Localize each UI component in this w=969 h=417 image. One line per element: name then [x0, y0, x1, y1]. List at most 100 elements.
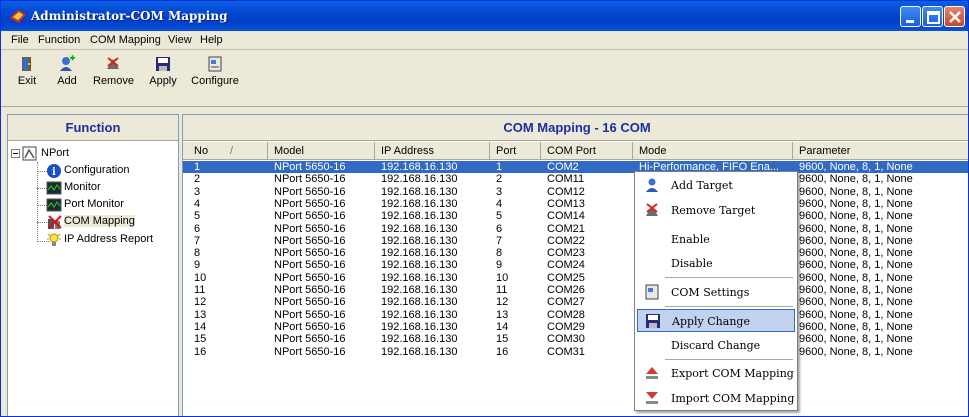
cell-com: COM12 — [547, 185, 585, 198]
table-row[interactable]: 16 NPort 5650-16 192.168.16.130 16 COM31 9600… — [183, 345, 968, 358]
table-row[interactable]: 10 NPort 5650-16 192.168.16.130 10 COM25 9600… — [183, 271, 968, 284]
cell-param: 9600, None, 8, 1, None — [799, 296, 913, 309]
col-parameter[interactable]: Parameter — [793, 142, 968, 160]
table-row[interactable]: 2 NPort 5650-16 192.168.16.130 2 COM11 9600, … — [183, 173, 968, 186]
cell-model: NPort 5650-16 — [274, 308, 346, 321]
menu-import-com-mapping[interactable]: Import COM Mapping — [637, 387, 795, 410]
cell-model: NPort 5650-16 — [274, 296, 346, 309]
menu-function[interactable]: Function — [38, 34, 80, 46]
cell-port: 12 — [496, 296, 509, 309]
exit-button[interactable]: Exit — [15, 55, 39, 101]
col-no[interactable]: No / — [188, 142, 268, 160]
cell-param: 9600, None, 8, 1, None — [799, 333, 913, 346]
cell-ip: 192.168.16.130 — [381, 210, 458, 223]
col-port[interactable]: Port — [490, 142, 541, 160]
menu-discard-change[interactable]: Discard Change — [637, 334, 795, 357]
cell-no: 3 — [194, 185, 201, 198]
cell-model: NPort 5650-16 — [274, 185, 346, 198]
cell-no: 9 — [194, 259, 201, 272]
cell-model: NPort 5650-16 — [274, 333, 346, 346]
cell-ip: 192.168.16.130 — [381, 271, 458, 284]
menu-com-settings[interactable]: COM Settings — [637, 281, 795, 304]
cell-param: 9600, None, 8, 1, None — [799, 271, 913, 284]
export-icon — [646, 367, 658, 379]
table-row[interactable]: 11 NPort 5650-16 192.168.16.130 11 COM26 9600… — [183, 284, 968, 296]
cell-no: 7 — [194, 234, 201, 247]
cell-param: 9600, None, 8, 1, None — [799, 173, 913, 186]
com-mapping-panel: COM Mapping - 16 COM No / Model IP Addres… — [182, 114, 968, 416]
tree-node-ip-address-report[interactable]: IP Address Report — [46, 232, 180, 248]
cell-model: NPort 5650-16 — [274, 259, 346, 272]
apply-change-icon — [646, 314, 660, 328]
table-row[interactable]: 6 NPort 5650-16 192.168.16.130 6 COM21 9600, … — [183, 222, 968, 235]
cell-port: 6 — [496, 222, 503, 235]
info-icon: i — [47, 164, 61, 178]
tree-node-monitor[interactable]: Monitor — [46, 180, 176, 196]
cell-ip: 192.168.16.130 — [381, 296, 458, 309]
table-row[interactable]: 8 NPort 5650-16 192.168.16.130 8 COM23 9600, … — [183, 247, 968, 260]
table-row[interactable]: 1 NPort 5650-16 192.168.16.130 1 COM2 Hi-Perf… — [183, 161, 968, 174]
tree-node-configuration[interactable]: i Configuration — [46, 163, 176, 179]
table-row[interactable]: 3 NPort 5650-16 192.168.16.130 3 COM12 9600, … — [183, 185, 968, 198]
exit-icon — [22, 57, 31, 71]
cell-ip: 192.168.16.130 — [381, 259, 458, 272]
menu-remove-target[interactable]: Remove Target — [637, 199, 795, 222]
table-row[interactable]: 15 NPort 5650-16 192.168.16.130 15 COM30 9600… — [183, 333, 968, 346]
cell-model: NPort 5650-16 — [274, 345, 346, 358]
cell-param: 9600, None, 8, 1, None — [799, 234, 913, 247]
table-row[interactable]: 14 NPort 5650-16 192.168.16.130 14 COM29 9600… — [183, 320, 968, 333]
cell-com: COM27 — [547, 296, 585, 309]
cell-no: 2 — [194, 173, 201, 186]
table-row[interactable]: 7 NPort 5650-16 192.168.16.130 7 COM22 9600, … — [183, 234, 968, 247]
table-row[interactable]: 13 NPort 5650-16 192.168.16.130 13 COM28 9600… — [183, 308, 968, 321]
cell-param: 9600, None, 8, 1, None — [799, 185, 913, 198]
col-model[interactable]: Model — [268, 142, 375, 160]
cell-ip: 192.168.16.130 — [381, 345, 458, 358]
table-row[interactable]: 9 NPort 5650-16 192.168.16.130 9 COM24 9600, … — [183, 259, 968, 272]
col-mode[interactable]: Mode — [633, 142, 793, 160]
cell-port: 13 — [496, 308, 509, 321]
window-title: Administrator-COM Mapping — [31, 9, 228, 23]
col-ip-address[interactable]: IP Address — [375, 142, 490, 160]
cell-port: 10 — [496, 271, 509, 284]
menu-apply-change[interactable]: Apply Change — [637, 309, 795, 332]
cell-no: 8 — [194, 247, 201, 260]
cell-ip: 192.168.16.130 — [381, 161, 458, 173]
tree-node-nport[interactable]: NPort — [11, 146, 171, 162]
cell-ip: 192.168.16.130 — [381, 222, 458, 235]
menu-add-target[interactable]: Add Target — [637, 174, 795, 197]
add-button[interactable]: Add — [53, 55, 81, 101]
cell-port: 16 — [496, 345, 509, 358]
sort-indicator-icon: / — [230, 145, 234, 157]
table-row[interactable]: 5 NPort 5650-16 192.168.16.130 5 COM14 9600, … — [183, 210, 968, 223]
close-button[interactable] — [944, 6, 965, 27]
minimize-button[interactable] — [900, 6, 921, 27]
cell-no: 11 — [194, 284, 206, 296]
col-com-port[interactable]: COM Port — [541, 142, 633, 160]
table-row[interactable]: 4 NPort 5650-16 192.168.16.130 4 COM13 9600, … — [183, 197, 968, 210]
add-icon — [60, 55, 75, 71]
cell-com: COM13 — [547, 197, 585, 210]
maximize-button[interactable] — [922, 6, 943, 27]
menu-view[interactable]: View — [168, 34, 192, 46]
cell-com: COM11 — [547, 173, 585, 186]
cell-port: 14 — [496, 320, 509, 333]
com-mapping-header: COM Mapping - 16 COM — [183, 115, 968, 141]
menu-disable[interactable]: Disable — [637, 252, 795, 275]
table-row[interactable]: 12 NPort 5650-16 192.168.16.130 12 COM27 9600… — [183, 296, 968, 309]
cell-port: 11 — [496, 284, 508, 296]
title-bar[interactable]: Administrator-COM Mapping — [1, 1, 968, 31]
menu-help[interactable]: Help — [200, 34, 223, 46]
apply-button[interactable]: Apply — [148, 55, 178, 101]
menu-file[interactable]: File — [11, 34, 29, 46]
cell-port: 1 — [496, 161, 503, 173]
cell-ip: 192.168.16.130 — [381, 197, 458, 210]
tree-node-com-mapping[interactable]: COM Mapping — [46, 214, 176, 231]
cell-com: COM26 — [547, 284, 585, 296]
menu-export-com-mapping[interactable]: Export COM Mapping — [637, 362, 795, 385]
remove-button[interactable]: Remove — [93, 55, 134, 101]
tree-node-port-monitor[interactable]: Port Monitor — [46, 197, 176, 213]
menu-enable[interactable]: Enable — [637, 228, 795, 251]
configure-button[interactable]: Configure — [187, 55, 243, 101]
menu-com-mapping[interactable]: COM Mapping — [90, 34, 161, 46]
